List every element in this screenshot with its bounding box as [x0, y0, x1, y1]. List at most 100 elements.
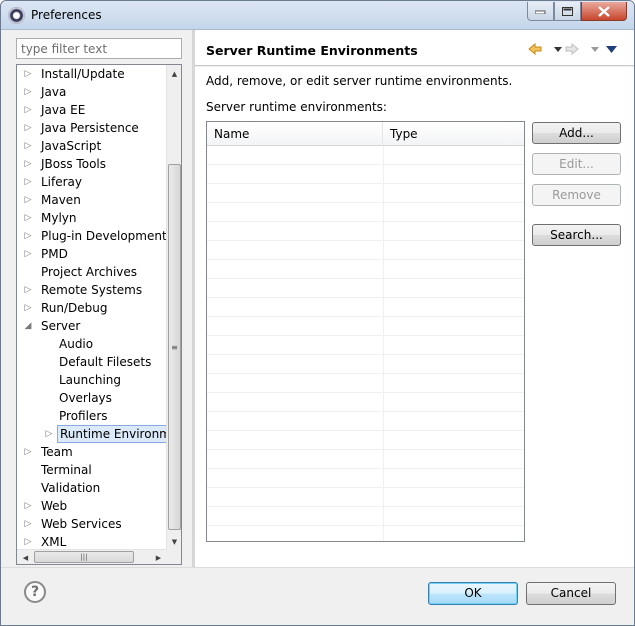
tree-item[interactable]: ▷ JBoss Tools [17, 155, 167, 173]
maximize-button[interactable] [554, 2, 581, 21]
tree-item-label: JBoss Tools [41, 157, 106, 171]
tree-item[interactable]: Terminal [17, 461, 167, 479]
page-title: Server Runtime Environments [206, 43, 418, 58]
title-bar[interactable]: Preferences [1, 1, 634, 30]
tree-expand-arrow-icon[interactable]: ▷ [23, 119, 33, 137]
filter-input[interactable] [16, 38, 182, 59]
close-icon [598, 5, 610, 17]
page-body: Add, remove, or edit server runtime envi… [195, 67, 634, 567]
tree-item-label: PMD [41, 247, 68, 261]
help-icon[interactable]: ? [24, 581, 46, 603]
tree-item[interactable]: ▷ Maven [17, 191, 167, 209]
tree-expand-arrow-icon[interactable]: ▷ [23, 65, 33, 83]
tree-item[interactable]: ▷ Run/Debug [17, 299, 167, 317]
table-header: Name Type [207, 122, 524, 146]
tree-item[interactable]: ▷ Java [17, 83, 167, 101]
tree-expand-arrow-icon[interactable]: ▷ [23, 191, 33, 209]
tree-expand-arrow-icon[interactable]: ▷ [23, 137, 33, 155]
tree-horizontal-scrollbar[interactable]: ◀ ||| ▶ [17, 549, 167, 564]
tree-item[interactable]: ▷ Web Services [17, 515, 167, 533]
remove-button[interactable]: Remove [532, 184, 621, 206]
tree-item-label: Remote Systems [41, 283, 143, 297]
scroll-right-arrow-icon[interactable]: ▶ [150, 550, 167, 564]
tree-expand-arrow-icon[interactable]: ▷ [23, 101, 33, 119]
add-button[interactable]: Add... [532, 122, 621, 144]
tree-expand-arrow-icon[interactable]: ▷ [23, 173, 33, 191]
tree-item[interactable]: Audio [17, 335, 167, 353]
tree-expand-arrow-icon[interactable]: ▷ [23, 443, 33, 461]
tree-expand-arrow-icon[interactable]: ▷ [23, 497, 33, 515]
forward-arrow-icon [565, 42, 579, 56]
tree-item[interactable]: ▷ XML [17, 533, 167, 550]
view-menu-icon[interactable] [604, 42, 618, 56]
back-history-dropdown-icon[interactable] [551, 42, 565, 56]
search-button[interactable]: Search... [532, 224, 621, 246]
maximize-icon [562, 6, 573, 16]
tree-item-label: Audio [59, 337, 94, 351]
scroll-down-arrow-icon[interactable]: ▼ [167, 533, 181, 550]
tree-item-label: Java EE [41, 103, 86, 117]
tree-item[interactable]: ◢ Server [17, 317, 167, 335]
tree-item[interactable]: Launching [17, 371, 167, 389]
tree-item[interactable]: ▷ Team [17, 443, 167, 461]
column-header-type[interactable]: Type [383, 122, 524, 146]
tree-expand-arrow-icon[interactable]: ▷ [23, 83, 33, 101]
horizontal-scroll-thumb[interactable]: ||| [34, 551, 134, 563]
tree-item-label: Web Services [41, 517, 122, 531]
vertical-scroll-thumb[interactable]: ≡ [168, 164, 181, 530]
tree-item[interactable]: ▷ Web [17, 497, 167, 515]
tree-item-label: Default Filesets [59, 355, 152, 369]
page-header: Server Runtime Environments [195, 30, 634, 66]
forward-history-dropdown-icon [588, 42, 602, 56]
tree-expand-arrow-icon[interactable]: ▷ [23, 299, 33, 317]
back-arrow-icon[interactable] [528, 42, 542, 56]
tree-item-label: JavaScript [41, 139, 102, 153]
tree-expand-arrow-icon[interactable]: ▷ [23, 515, 33, 533]
tree-item[interactable]: Profilers [17, 407, 167, 425]
scroll-left-arrow-icon[interactable]: ◀ [17, 550, 34, 564]
edit-button[interactable]: Edit... [532, 153, 621, 175]
runtime-environments-table[interactable]: Name Type [206, 121, 525, 542]
preferences-dialog: Preferences ▷ Install/Update ▷ Java ▷ Java EE… [0, 0, 635, 626]
tree-item[interactable]: ▷ Java EE [17, 101, 167, 119]
tree-item[interactable]: ▷ Install/Update [17, 65, 167, 83]
tree-item[interactable]: ▷ Plug-in Development [17, 227, 167, 245]
tree-collapse-arrow-icon[interactable]: ◢ [23, 317, 33, 335]
tree-item[interactable]: Validation [17, 479, 167, 497]
window-title: Preferences [31, 8, 102, 22]
tree-expand-arrow-icon[interactable]: ▷ [23, 281, 33, 299]
close-button[interactable] [581, 2, 627, 21]
tree-item[interactable]: ▷ Runtime Environme [17, 425, 167, 443]
preference-tree[interactable]: ▷ Install/Update ▷ Java ▷ Java EE ▷ Java Persis… [16, 64, 182, 565]
tree-item[interactable]: ▷ JavaScript [17, 137, 167, 155]
tree-item[interactable]: ▷ Remote Systems [17, 281, 167, 299]
tree-item-label: XML [41, 535, 67, 549]
tree-list: ▷ Install/Update ▷ Java ▷ Java EE ▷ Java Persis… [17, 65, 167, 550]
tree-item-label: Install/Update [41, 67, 125, 81]
tree-expand-arrow-icon[interactable]: ▷ [44, 425, 54, 443]
tree-item-label: Project Archives [41, 265, 138, 279]
tree-item-label: Server [41, 319, 81, 333]
tree-item-label: Web [41, 499, 68, 513]
tree-item[interactable]: Project Archives [17, 263, 167, 281]
ok-button[interactable]: OK [428, 582, 518, 605]
cancel-button[interactable]: Cancel [526, 582, 616, 605]
scroll-up-arrow-icon[interactable]: ▲ [167, 65, 181, 82]
tree-item[interactable]: ▷ Java Persistence [17, 119, 167, 137]
tree-expand-arrow-icon[interactable]: ▷ [23, 209, 33, 227]
minimize-button[interactable] [527, 2, 554, 21]
tree-vertical-scrollbar[interactable]: ▲ ≡ ▼ [166, 65, 181, 550]
tree-item[interactable]: ▷ Mylyn [17, 209, 167, 227]
tree-expand-arrow-icon[interactable]: ▷ [23, 245, 33, 263]
column-header-name[interactable]: Name [207, 122, 383, 146]
tree-item-label: Terminal [41, 463, 92, 477]
tree-item-label: Mylyn [41, 211, 77, 225]
tree-item[interactable]: Default Filesets [17, 353, 167, 371]
tree-item[interactable]: ▷ PMD [17, 245, 167, 263]
tree-item-label: Runtime Environme [57, 425, 167, 443]
tree-expand-arrow-icon[interactable]: ▷ [23, 533, 33, 550]
tree-item[interactable]: ▷ Liferay [17, 173, 167, 191]
tree-item[interactable]: Overlays [17, 389, 167, 407]
tree-expand-arrow-icon[interactable]: ▷ [23, 227, 33, 245]
tree-expand-arrow-icon[interactable]: ▷ [23, 155, 33, 173]
